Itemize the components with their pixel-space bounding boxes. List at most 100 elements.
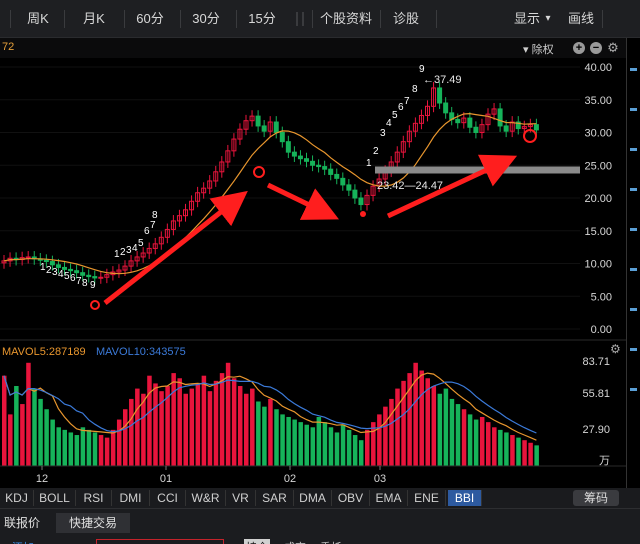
tab-ema[interactable]: EMA <box>370 490 408 506</box>
adjust-label: 除权 <box>531 44 554 56</box>
volume-bar <box>352 435 358 466</box>
volume-bar <box>14 386 19 466</box>
volume-bar <box>171 373 176 466</box>
adjust-dropdown[interactable]: ▾ 除权 <box>523 41 554 57</box>
tab-bbi[interactable]: BBI <box>448 490 482 506</box>
tab-orders[interactable]: 委托 <box>320 539 342 544</box>
bottom-panel: 联报价 快捷交易 添加 持仓 成交 委托 <box>0 508 640 544</box>
volume-bar <box>74 435 80 466</box>
volume-bar <box>274 409 279 466</box>
time-tick-label: 01 <box>160 473 172 485</box>
volume-bar <box>62 429 67 466</box>
month-k-button[interactable]: 月K <box>72 0 116 38</box>
tab-rsi[interactable]: RSI <box>76 490 112 506</box>
candle-body <box>455 118 461 124</box>
volume-bar <box>32 388 37 466</box>
zoom-in-icon[interactable]: + <box>573 42 585 54</box>
volume-bar <box>510 435 515 466</box>
strip-mark <box>630 188 637 191</box>
candle-body <box>279 132 285 143</box>
week-k-button[interactable]: 周K <box>18 0 58 38</box>
tab-dma[interactable]: DMA <box>294 490 332 506</box>
nine-count-labels: 1 2 3 4 5 6 7 8 91 2 3 4 5678123456789 <box>40 64 425 291</box>
input-box-outline[interactable] <box>96 539 224 544</box>
volume-bars <box>2 362 539 466</box>
time-axis: 12 01 02 03 <box>0 465 626 485</box>
strip-mark <box>630 68 637 71</box>
tab-ene[interactable]: ENE <box>408 490 446 506</box>
volume-bar <box>104 437 110 466</box>
draw-line-button[interactable]: 画线 <box>564 0 598 38</box>
tab-linked-quote[interactable]: 联报价 <box>0 513 44 533</box>
price-tick-label: 15.00 <box>584 226 612 238</box>
ma-line-orange <box>3 112 537 275</box>
arrow-down <box>266 182 340 220</box>
tab-vr[interactable]: VR <box>226 490 256 506</box>
nine-count-label: 8 <box>82 278 88 289</box>
volume-bar <box>401 380 406 466</box>
volume-bar <box>219 373 225 466</box>
volume-tick-label: 83.71 <box>582 356 610 368</box>
settings-icon[interactable]: ⚙ <box>607 41 619 54</box>
candle-body <box>86 274 92 278</box>
volume-bar <box>310 427 316 466</box>
volume-bar <box>358 440 364 466</box>
price-tick-label: 20.00 <box>584 193 612 205</box>
candle-body <box>328 168 334 175</box>
volume-bar <box>244 393 249 466</box>
candle-body <box>533 124 539 131</box>
nine-count-label: 9 <box>90 280 96 291</box>
tab-deals[interactable]: 成交 <box>284 539 306 544</box>
chip-distribution-button[interactable]: 筹码 <box>573 490 619 506</box>
tab-boll[interactable]: BOLL <box>34 490 76 506</box>
price-tick-label: 10.00 <box>584 259 612 271</box>
volume-bar <box>50 419 55 466</box>
tab-dmi[interactable]: DMI <box>112 490 150 506</box>
period-15min-button[interactable]: 15分 <box>242 0 282 38</box>
tab-wr[interactable]: W&R <box>186 490 226 506</box>
volume-bar <box>237 386 243 466</box>
candle-body <box>497 108 503 127</box>
volume-bar <box>534 445 539 466</box>
volume-bar <box>80 427 86 466</box>
tab-cci[interactable]: CCI <box>150 490 186 506</box>
mavol10-legend: MAVOL10:343575 <box>96 346 186 358</box>
toolbar-separator <box>10 10 11 28</box>
tab-positions[interactable]: 持仓 <box>244 539 270 544</box>
volume-bar <box>98 435 104 466</box>
candle-body <box>346 184 352 191</box>
volume-bar <box>346 429 352 466</box>
tab-kdj[interactable]: KDJ <box>0 490 34 506</box>
period-60min-button[interactable]: 60分 <box>130 0 170 38</box>
display-dropdown-button[interactable]: 显示 <box>512 0 542 38</box>
candle-body <box>261 125 267 132</box>
candle-body <box>255 115 261 127</box>
volume-bar <box>26 362 31 466</box>
volume-bar <box>38 398 43 466</box>
add-link[interactable]: 添加 <box>12 539 34 544</box>
strip-mark <box>630 348 637 351</box>
adjust-arrow-icon: ▾ <box>523 44 529 56</box>
tab-sar[interactable]: SAR <box>256 490 294 506</box>
candle-body <box>467 117 473 128</box>
chart-subbar: 72 ▾ 除权 + − ⚙ <box>0 38 640 58</box>
volume-bar <box>183 393 188 466</box>
volume-bar <box>110 429 116 466</box>
annotation-circle <box>253 166 265 178</box>
volume-bar <box>522 440 527 466</box>
volume-bar <box>147 375 152 466</box>
zoom-out-icon[interactable]: − <box>590 42 602 54</box>
display-dropdown-icon[interactable]: ▾ <box>542 0 554 38</box>
time-tick-label: 12 <box>36 473 48 485</box>
diagnose-button[interactable]: 诊股 <box>386 0 426 38</box>
tab-obv[interactable]: OBV <box>332 490 370 506</box>
price-tick-label: 35.00 <box>584 95 612 107</box>
stock-profile-button[interactable]: 个股资料 <box>318 0 374 38</box>
toolbar-separator <box>302 12 304 26</box>
volume-settings-icon[interactable]: ⚙ <box>610 342 621 356</box>
period-30min-button[interactable]: 30分 <box>186 0 226 38</box>
volume-bar <box>443 388 449 466</box>
kline-chart[interactable]: 1 2 3 4 5 6 7 8 91 2 3 4 5678123456789 40.0035.0030.… <box>0 58 640 488</box>
tab-quick-trade[interactable]: 快捷交易 <box>56 513 130 533</box>
volume-bar <box>280 414 285 466</box>
